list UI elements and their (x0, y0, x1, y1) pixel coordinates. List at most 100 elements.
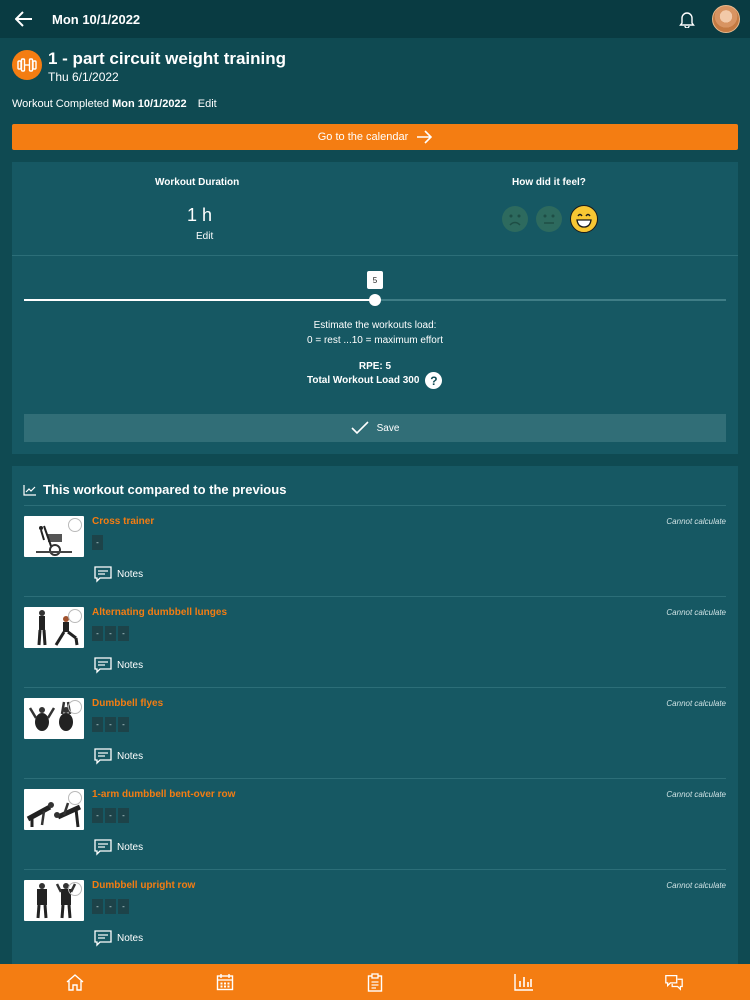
workout-title: 1 - part circuit weight training (48, 49, 287, 68)
set-box: - (118, 626, 129, 641)
check-circle-icon[interactable] (68, 791, 82, 805)
happy-face-icon[interactable] (570, 205, 598, 233)
comparison-status: Cannot calculate (666, 608, 726, 617)
exercise-thumbnail[interactable] (24, 880, 84, 921)
question-icon[interactable]: ? (425, 372, 443, 389)
save-label: Save (376, 422, 400, 434)
slider-value-label: 5 (367, 271, 383, 289)
workout-date: Thu 6/1/2022 (48, 70, 119, 84)
clipboard-icon[interactable] (365, 972, 385, 992)
bottom-nav (0, 964, 750, 1000)
total-load-text: Total Workout Load 300 (307, 375, 420, 386)
exercise-name[interactable]: Dumbbell flyes (92, 698, 163, 709)
check-circle-icon[interactable] (68, 518, 82, 532)
set-box: - (118, 717, 129, 732)
home-icon[interactable] (65, 972, 85, 992)
exercise-thumbnail[interactable] (24, 607, 84, 648)
comparison-status: Cannot calculate (666, 699, 726, 708)
notes-label: Notes (117, 933, 144, 944)
set-box: - (105, 717, 116, 732)
set-boxes: - - - (92, 717, 129, 732)
completed-date: Mon 10/1/2022 (112, 98, 187, 110)
set-box: - (105, 626, 116, 641)
comparison-status: Cannot calculate (666, 881, 726, 890)
notes-button[interactable]: Notes (94, 657, 143, 674)
set-box: - (105, 899, 116, 914)
notes-button[interactable]: Notes (94, 748, 143, 765)
page-date: Mon 10/1/2022 (52, 11, 141, 27)
notes-icon (94, 657, 112, 674)
trend-chart-icon (23, 484, 36, 496)
notes-icon (94, 748, 112, 765)
calendar-icon[interactable] (215, 972, 235, 992)
duration-label: Workout Duration (155, 177, 240, 188)
workout-feedback-card: Workout Duration 1 h Edit How did it fee… (12, 162, 738, 454)
rpe-slider[interactable]: 5 (24, 270, 726, 310)
exercise-row: Cross trainer - Notes Cannot calculate (24, 505, 726, 596)
save-button[interactable]: Save (24, 414, 726, 442)
calendar-button-label: Go to the calendar (317, 131, 409, 143)
exercise-name[interactable]: Alternating dumbbell lunges (92, 607, 227, 618)
notes-label: Notes (117, 842, 144, 853)
set-box: - (92, 535, 103, 550)
comparison-status: Cannot calculate (666, 790, 726, 799)
notes-button[interactable]: Notes (94, 566, 143, 583)
check-circle-icon[interactable] (68, 882, 82, 896)
estimate-line-1: Estimate the workouts load: (313, 320, 437, 331)
slider-thumb[interactable] (369, 294, 381, 306)
duration-edit-link[interactable]: Edit (196, 231, 213, 242)
estimate-text: Estimate the workouts load: 0 = rest ...… (12, 318, 738, 348)
set-box: - (105, 808, 116, 823)
comparison-card: This workout compared to the previous Cr… (12, 466, 738, 986)
check-circle-icon[interactable] (68, 700, 82, 714)
set-box: - (92, 899, 103, 914)
set-box: - (92, 808, 103, 823)
rpe-value: RPE: 5 (358, 361, 392, 372)
arrow-right-icon (417, 130, 433, 144)
checkmark-icon (351, 421, 369, 435)
duration-value: 1 h (187, 205, 213, 225)
exercise-row: Dumbbell flyes - - - Notes Cannot calcul… (24, 687, 726, 778)
workout-header: 1 - part circuit weight training Thu 6/1… (12, 48, 286, 84)
set-box: - (118, 899, 129, 914)
back-button[interactable] (0, 0, 48, 38)
notes-label: Notes (117, 660, 144, 671)
notes-icon (94, 930, 112, 947)
exercise-name[interactable]: Dumbbell upright row (92, 880, 195, 891)
bell-icon[interactable] (678, 10, 696, 28)
check-circle-icon[interactable] (68, 609, 82, 623)
set-boxes: - - - (92, 626, 129, 641)
notes-button[interactable]: Notes (94, 930, 143, 947)
exercise-thumbnail[interactable] (24, 789, 84, 830)
set-box: - (92, 717, 103, 732)
avatar[interactable] (712, 5, 740, 33)
exercise-row: 1-arm dumbbell bent-over row - - - Notes… (24, 778, 726, 869)
chart-icon[interactable] (514, 972, 534, 992)
notes-icon (94, 839, 112, 856)
completed-label: Workout Completed (12, 98, 110, 110)
notes-icon (94, 566, 112, 583)
exercise-row: Dumbbell upright row - - - Notes Cannot … (24, 869, 726, 960)
notes-label: Notes (117, 569, 144, 580)
exercise-name[interactable]: 1-arm dumbbell bent-over row (92, 789, 235, 800)
arrow-left-icon (15, 11, 32, 27)
feel-label: How did it feel? (512, 177, 586, 188)
completed-line: Workout Completed Mon 10/1/2022 Edit (12, 98, 217, 110)
exercise-thumbnail[interactable] (24, 698, 84, 739)
go-to-calendar-button[interactable]: Go to the calendar (12, 124, 738, 150)
notes-button[interactable]: Notes (94, 839, 143, 856)
chat-icon[interactable] (664, 972, 684, 992)
slider-fill (24, 299, 375, 301)
feel-options (502, 205, 598, 233)
set-boxes: - (92, 535, 103, 550)
notes-label: Notes (117, 751, 144, 762)
exercise-thumbnail[interactable] (24, 516, 84, 557)
sad-face-icon[interactable] (502, 206, 528, 232)
completed-edit-link[interactable]: Edit (198, 98, 217, 110)
neutral-face-icon[interactable] (536, 206, 562, 232)
exercise-name[interactable]: Cross trainer (92, 516, 154, 527)
comparison-status: Cannot calculate (666, 517, 726, 526)
set-box: - (92, 626, 103, 641)
exercise-row: Alternating dumbbell lunges - - - Notes … (24, 596, 726, 687)
total-load: Total Workout Load 300 ? (307, 372, 443, 389)
